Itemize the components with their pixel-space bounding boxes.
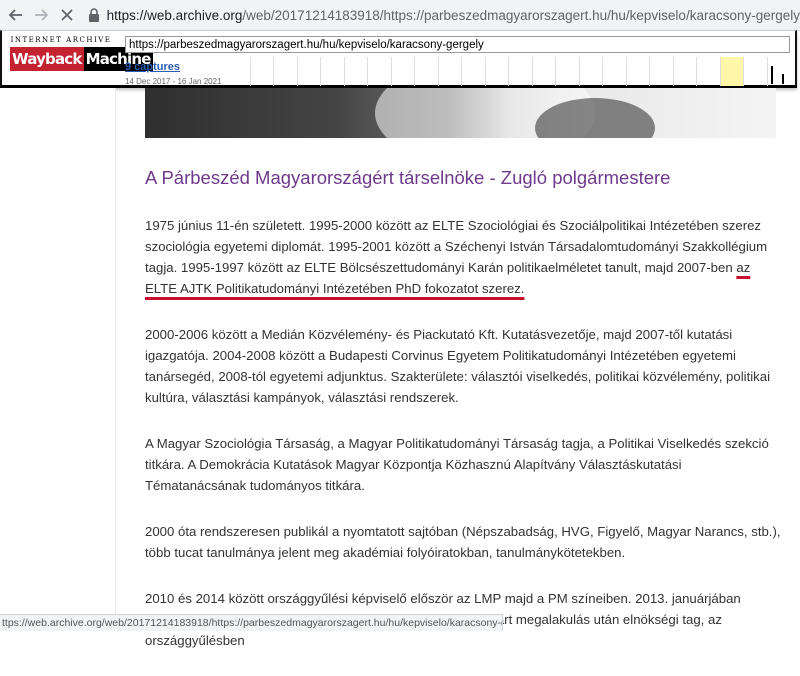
paragraph-education-text: 1975 június 11-én született. 1995-2000 k… [145,218,768,275]
sparkline-year[interactable] [578,57,602,86]
status-bar-link-preview: ttps://web.archive.org/web/2017121418391… [0,614,503,631]
wayback-word: Wayback [10,47,84,71]
forward-button[interactable] [31,4,50,26]
close-icon [60,9,73,21]
sparkline-year[interactable] [672,57,696,86]
archived-url-input[interactable] [125,36,790,53]
sparkline-year[interactable] [531,57,555,86]
back-button[interactable] [6,4,25,26]
stop-loading-button[interactable] [57,4,76,26]
sparkline-year[interactable] [367,57,390,86]
sparkline-year[interactable] [437,57,461,86]
sparkline-year[interactable] [555,57,578,86]
internet-archive-label: INTERNET ARCHIVE [10,36,112,44]
lock-icon[interactable] [88,7,100,23]
url-path: /web/20171214183918/https://parbeszedmag… [242,7,800,23]
arrow-right-icon [35,9,49,21]
wayback-toolbar: INTERNET ARCHIVE WaybackMachine 9 captur… [0,30,797,88]
page-title: A Párbeszéd Magyarországért társelnöke -… [145,167,671,188]
capture-tick [781,74,784,84]
sparkline-year[interactable] [743,57,766,86]
captures-link[interactable]: 9 captures [125,61,180,73]
sparkline-year[interactable] [414,57,437,86]
paragraph-publications: 2000 óta rendszeresen publikál a nyomtat… [145,524,781,560]
sparkline-year[interactable] [461,57,484,86]
sparkline-year[interactable] [625,57,649,86]
paragraph-education: 1975 június 11-én született. 1995-2000 k… [145,215,785,299]
address-bar[interactable]: https://web.archive.org/web/201712141839… [107,8,800,23]
left-gutter [0,88,116,630]
sparkline-year[interactable] [250,57,273,86]
biography-text: 1975 június 11-én született. 1995-2000 k… [145,215,785,676]
capture-date-range: 14 Dec 2017 - 16 Jan 2021 [125,77,222,86]
arrow-left-icon [8,9,22,21]
sparkline-year-current[interactable] [719,57,744,86]
sparkline-year[interactable] [508,57,531,86]
profile-photo [145,88,776,138]
sparkline-year[interactable] [649,57,672,86]
capture-tick [770,66,773,84]
paragraph-memberships: A Magyar Szociológia Társaság, a Magyar … [145,436,769,493]
sparkline-year[interactable] [602,57,625,86]
sparkline-year[interactable] [484,57,508,86]
sparkline-year[interactable] [296,57,320,86]
paragraph-career: 2000-2006 között a Medián Közvélemény- é… [145,327,771,405]
sparkline-year[interactable] [766,57,790,86]
browser-toolbar: https://web.archive.org/web/201712141839… [0,0,800,31]
url-host: https://web.archive.org [106,7,243,23]
wayback-machine-wordmark: Wayback Machine [10,47,153,71]
wayback-logo[interactable]: INTERNET ARCHIVE Wayback Machine [10,35,153,77]
sparkline-year[interactable] [696,57,719,86]
sparkline-year[interactable] [343,57,367,86]
sparkline-year[interactable] [390,57,414,86]
sparkline-year[interactable] [320,57,343,86]
capture-sparkline[interactable] [250,57,790,86]
sparkline-year[interactable] [273,57,296,86]
